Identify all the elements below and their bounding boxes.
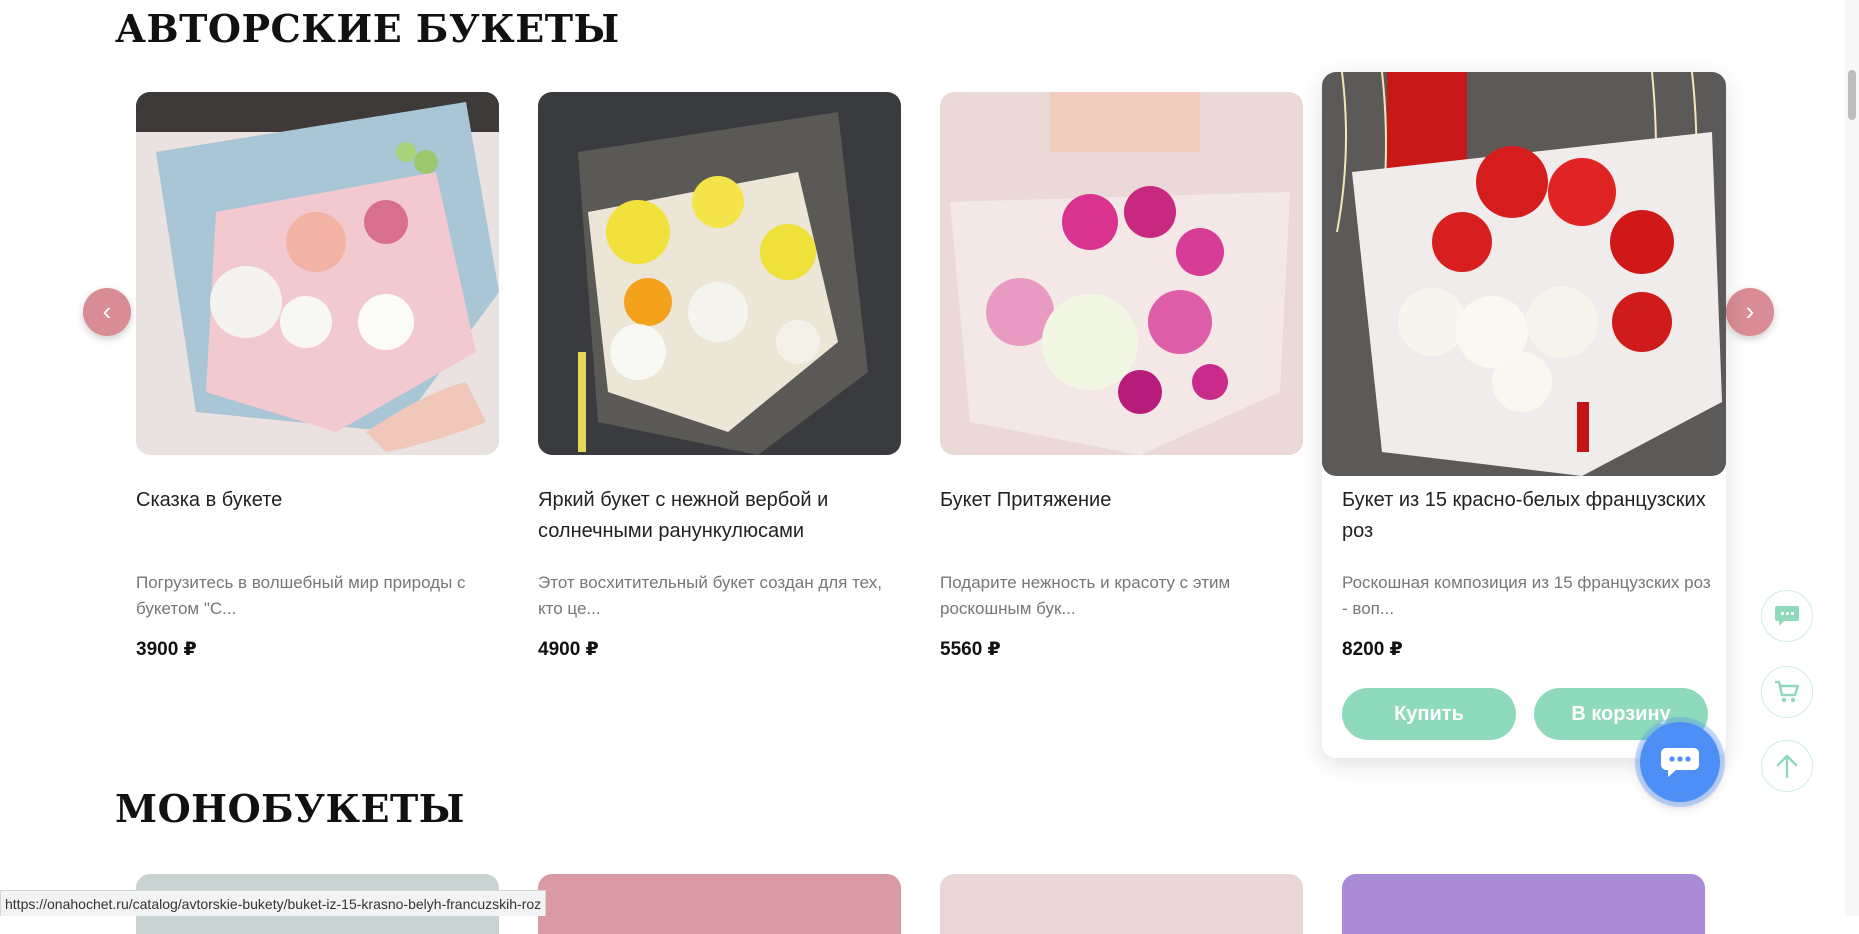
product-description: Роскошная композиция из 15 французских р… xyxy=(1342,573,1711,618)
product-price: 3900 ₽ xyxy=(136,639,197,660)
scrollbar-thumb[interactable] xyxy=(1848,70,1856,120)
section-title-author-bouquets: АВТОРСКИЕ БУКЕТЫ xyxy=(115,6,620,51)
mono-product-photo[interactable] xyxy=(1342,874,1705,934)
product-card[interactable]: Букет Притяжение Подарите нежность и кра… xyxy=(940,92,1303,662)
product-photo[interactable] xyxy=(940,92,1303,455)
mono-product-photo[interactable] xyxy=(940,874,1303,934)
status-bar-url: https://onahochet.ru/catalog/avtorskie-b… xyxy=(0,890,547,916)
product-photo[interactable] xyxy=(1322,72,1726,476)
product-price: 4900 ₽ xyxy=(538,639,599,660)
product-card[interactable]: Сказка в букете Погрузитесь в волшебный … xyxy=(136,92,499,662)
carousel-prev-button[interactable]: ‹ xyxy=(83,288,131,336)
side-cart-button[interactable] xyxy=(1761,666,1813,718)
product-photo[interactable] xyxy=(538,92,901,455)
carousel-next-button[interactable]: › xyxy=(1726,288,1774,336)
product-photo[interactable] xyxy=(136,92,499,455)
product-description: Погрузитесь в волшебный мир природы с бу… xyxy=(136,573,466,618)
buy-button[interactable]: Купить xyxy=(1342,688,1516,740)
product-card[interactable]: Яркий букет с нежной вербой и солнечными… xyxy=(538,92,901,662)
product-name[interactable]: Сказка в букете xyxy=(136,485,486,516)
scroll-to-top-button[interactable] xyxy=(1761,740,1813,792)
side-chat-button[interactable] xyxy=(1761,590,1813,642)
section-title-mono-bouquets: МОНОБУКЕТЫ xyxy=(115,786,465,831)
cart-icon xyxy=(1775,680,1800,703)
product-price: 8200 ₽ xyxy=(1342,639,1403,660)
mono-product-photo[interactable] xyxy=(538,874,901,934)
product-name[interactable]: Букет из 15 красно-белых французских роз xyxy=(1342,485,1712,547)
chat-widget-button[interactable] xyxy=(1640,722,1720,802)
product-name[interactable]: Букет Притяжение xyxy=(940,485,1290,516)
page-scrollbar[interactable] xyxy=(1845,0,1859,916)
product-name[interactable]: Яркий букет с нежной вербой и солнечными… xyxy=(538,485,888,547)
product-price: 5560 ₽ xyxy=(940,639,1001,660)
product-description: Этот восхитительный букет создан для тех… xyxy=(538,573,882,618)
chat-bubble-icon xyxy=(1775,606,1799,626)
chat-icon xyxy=(1661,748,1699,777)
arrow-up-icon xyxy=(1776,754,1798,779)
product-description: Подарите нежность и красоту с этим роско… xyxy=(940,573,1231,618)
product-card-hovered[interactable]: Букет из 15 красно-белых французских роз… xyxy=(1322,72,1726,758)
